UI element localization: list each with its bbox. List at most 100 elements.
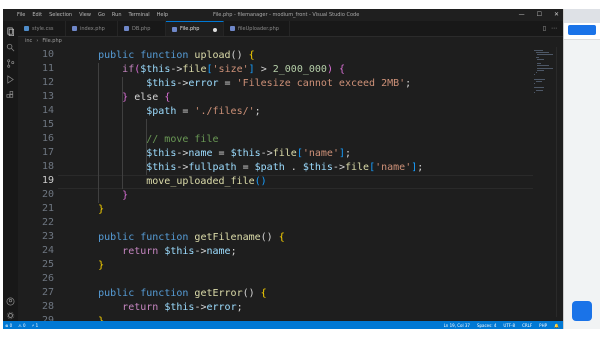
menu-selection[interactable]: Selection [49, 12, 72, 18]
run-debug-icon[interactable] [6, 75, 15, 84]
status-ports[interactable]: ⚡ 1 [32, 323, 39, 328]
menu-go[interactable]: Go [98, 12, 105, 18]
activity-bar [3, 21, 18, 321]
tab-file-php[interactable]: File.php [166, 21, 224, 36]
code-token: else [128, 92, 165, 103]
tab-style-css[interactable]: style.css [18, 21, 66, 36]
code-line[interactable]: return $this->name; [74, 245, 237, 259]
status-eol[interactable]: CRLF [522, 323, 532, 328]
code-token: $this [230, 148, 261, 159]
php-file-icon [230, 26, 235, 31]
settings-gear-icon[interactable] [6, 311, 15, 320]
minimap-line [534, 87, 545, 89]
unsaved-dot-icon[interactable] [213, 28, 217, 32]
code-token: ; [230, 246, 237, 257]
tab-db-php[interactable]: DB.php [118, 21, 166, 36]
search-icon[interactable] [6, 43, 15, 52]
code-line[interactable]: $this->fullpath = $path . $this->file['n… [74, 161, 423, 175]
code-token: $this [140, 64, 171, 75]
source-control-icon[interactable] [6, 59, 15, 68]
notifications-bell-icon[interactable]: 🔔 [554, 323, 559, 328]
code-token: -> [170, 64, 183, 75]
maximize-button[interactable]: ☐ [537, 11, 542, 18]
code-token: { [248, 50, 255, 61]
status-cursor-position[interactable]: Ln 19, Col 37 [444, 323, 470, 328]
menu-file[interactable]: File [17, 12, 25, 18]
line-number: 23 [41, 231, 54, 242]
code-token: -> [194, 302, 207, 313]
code-token: > [254, 64, 273, 75]
line-number: 17 [41, 147, 54, 158]
code-token: // move file [146, 134, 219, 145]
status-errors[interactable]: ⊗ 0 [5, 323, 12, 328]
extensions-icon[interactable] [6, 91, 15, 100]
code-token: move_uploaded_file [146, 176, 255, 187]
code-token: file [272, 148, 297, 159]
status-indentation[interactable]: Spaces: 4 [477, 323, 496, 328]
indent-guide [146, 119, 148, 175]
tab-label: DB.php [132, 25, 151, 32]
code-token: getFilename [194, 232, 261, 243]
code-token: ; [254, 106, 261, 117]
tab-label: File.php [180, 26, 200, 32]
code-token: = [236, 162, 255, 173]
account-icon[interactable] [6, 297, 15, 306]
code-line[interactable]: $this->name = $this->file['name']; [74, 147, 351, 161]
menu-run[interactable]: Run [112, 12, 122, 18]
code-line[interactable]: public function getError() { [74, 287, 267, 301]
code-area[interactable]: public function upload() { if($this->fil… [74, 47, 534, 327]
status-language[interactable]: PHP [539, 323, 547, 328]
menu-view[interactable]: View [79, 12, 91, 18]
code-line[interactable]: } [74, 203, 104, 217]
browser-blue-button[interactable] [568, 25, 596, 35]
status-encoding[interactable]: UTF-8 [503, 323, 515, 328]
code-token: () [254, 176, 267, 187]
code-line[interactable]: move_uploaded_file() [74, 175, 267, 189]
tab-fileuploader-php[interactable]: fileUploader.php [224, 21, 290, 36]
breadcrumb-file[interactable]: File.php [42, 38, 61, 44]
code-token: 'name' [375, 162, 412, 173]
code-token: () [260, 232, 279, 243]
code-token: $this [146, 162, 177, 173]
browser-action-button[interactable] [572, 301, 592, 321]
code-line[interactable]: } [74, 259, 104, 273]
tab-label: style.css [32, 25, 54, 32]
line-number: 28 [41, 301, 54, 312]
split-editor-icon[interactable]: ▯ [543, 25, 546, 32]
code-line[interactable]: public function getFilename() { [74, 231, 285, 245]
explorer-icon[interactable] [6, 27, 15, 36]
code-editor[interactable]: 1011121314151617181920212223242526272829… [18, 47, 534, 327]
code-line[interactable]: public function upload() { [74, 49, 255, 63]
code-token: $this [146, 78, 177, 89]
window-title: File.php - filemanager - modium_front - … [213, 12, 360, 18]
code-line[interactable]: } [74, 189, 128, 203]
minimize-button[interactable]: — [519, 11, 525, 18]
code-token: $path [254, 162, 285, 173]
code-line[interactable]: return $this->error; [74, 301, 242, 315]
code-token: { [260, 288, 267, 299]
code-token: './files/' [194, 106, 255, 117]
close-button[interactable]: ✕ [554, 11, 559, 18]
minimap-line [535, 89, 543, 91]
tab-index-php[interactable]: index.php [66, 21, 118, 36]
code-token: 'size' [212, 64, 249, 75]
line-number: 14 [41, 105, 54, 116]
code-line[interactable]: if($this->file['size'] > 2_000_000) { [74, 63, 345, 77]
menu-help[interactable]: Help [157, 12, 168, 18]
line-number: 22 [41, 217, 54, 228]
code-line[interactable]: $path = './files/'; [74, 105, 261, 119]
minimap-line [534, 50, 544, 51]
status-warnings[interactable]: ⚠ 0 [18, 323, 25, 328]
code-line[interactable]: $this->error = 'Filesize cannot exceed 2… [74, 77, 411, 91]
line-number: 20 [41, 189, 54, 200]
more-actions-icon[interactable]: ⋯ [551, 25, 557, 32]
menu-edit[interactable]: Edit [32, 12, 42, 18]
editor-scrollbar[interactable] [556, 47, 563, 317]
breadcrumb-folder[interactable]: inc [25, 38, 32, 44]
menu-terminal[interactable]: Terminal [129, 12, 150, 18]
